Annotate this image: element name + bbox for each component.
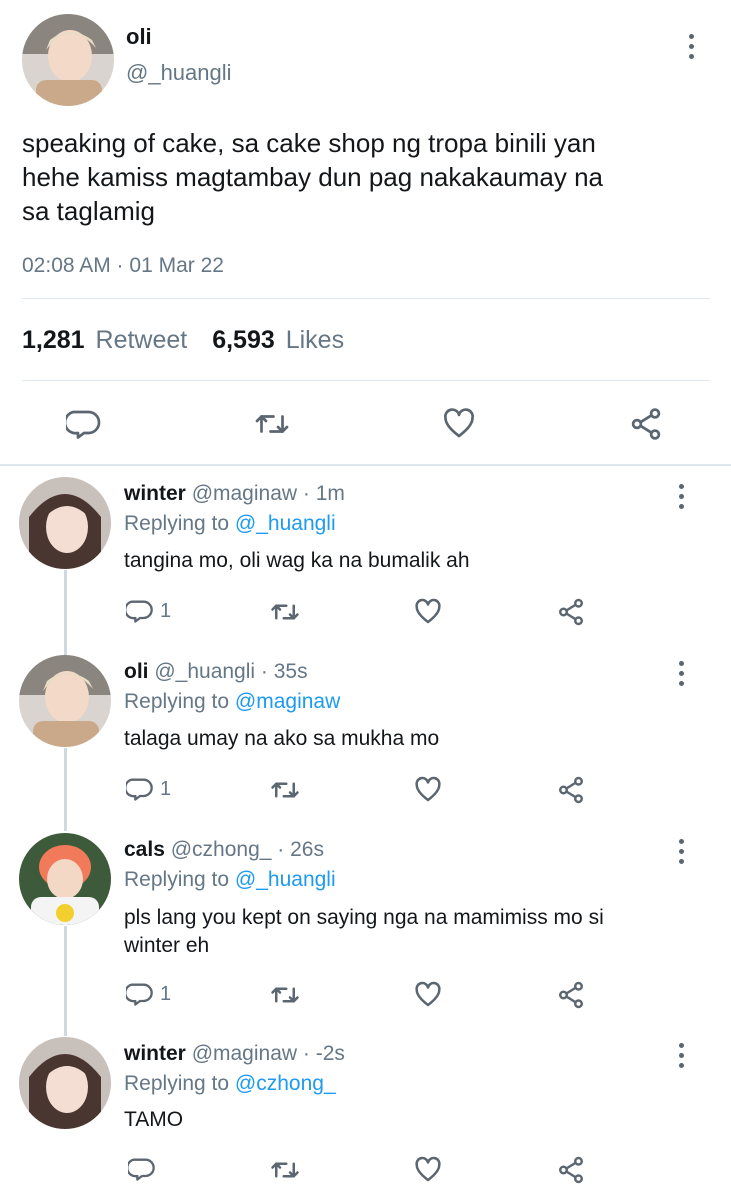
- comment-icon[interactable]: [126, 775, 154, 803]
- thread-line: [64, 748, 67, 831]
- reply-count: 1: [160, 983, 172, 1005]
- heart-icon[interactable]: [413, 597, 443, 627]
- reply-handle-time[interactable]: @maginaw · -2s: [192, 1042, 345, 1065]
- retweet-icon[interactable]: [270, 1155, 300, 1185]
- share-icon[interactable]: [556, 597, 586, 627]
- reply-text: TAMO: [124, 1108, 184, 1131]
- reply-handle-time[interactable]: @maginaw · 1m: [192, 482, 345, 505]
- retweets-count[interactable]: 1,281: [22, 326, 85, 354]
- divider: [0, 464, 731, 466]
- avatar-oli[interactable]: [22, 14, 114, 106]
- reply-author-name[interactable]: oli: [124, 660, 149, 683]
- reply-text: talaga umay na ako sa mukha mo: [124, 727, 440, 750]
- thread-line: [64, 570, 67, 655]
- heart-icon[interactable]: [413, 1155, 443, 1185]
- reply-author-name[interactable]: cals: [124, 838, 165, 861]
- reply-header: cals @czhong_ · 26s: [124, 838, 324, 862]
- retweet-icon[interactable]: [270, 980, 300, 1010]
- share-icon[interactable]: [556, 980, 586, 1010]
- likes-count[interactable]: 6,593: [212, 326, 275, 354]
- replying-to-link[interactable]: @maginaw: [235, 690, 340, 713]
- comment-icon[interactable]: [126, 980, 154, 1008]
- engagement-stats: 1,281 Retweet 6,593 Likes: [22, 326, 344, 355]
- share-icon[interactable]: [628, 406, 664, 442]
- comment-icon[interactable]: [66, 406, 102, 442]
- heart-icon[interactable]: [441, 406, 477, 442]
- replying-to-link[interactable]: @_huangli: [235, 512, 336, 535]
- more-options-icon[interactable]: [679, 1043, 687, 1073]
- author-handle[interactable]: @_huangli: [126, 60, 232, 86]
- comment-icon[interactable]: [126, 597, 154, 625]
- replying-to-link[interactable]: @czhong_: [235, 1072, 336, 1095]
- more-options-icon[interactable]: [679, 661, 687, 691]
- divider: [22, 380, 710, 381]
- tweet-timestamp[interactable]: 02:08 AM · 01 Mar 22: [22, 254, 224, 278]
- reply-count: 1: [160, 600, 172, 622]
- replying-to: Replying to @czhong_: [124, 1072, 336, 1095]
- more-options-icon[interactable]: [689, 34, 697, 64]
- likes-label[interactable]: Likes: [286, 326, 344, 354]
- heart-icon[interactable]: [413, 775, 443, 805]
- tweet-text: speaking of cake, sa cake shop ng tropa …: [22, 128, 604, 226]
- retweet-icon[interactable]: [270, 775, 300, 805]
- reply-handle-time[interactable]: @czhong_ · 26s: [171, 838, 324, 861]
- replying-to-link[interactable]: @_huangli: [235, 868, 336, 891]
- reply-author-name[interactable]: winter: [124, 482, 186, 505]
- share-icon[interactable]: [556, 775, 586, 805]
- share-icon[interactable]: [556, 1155, 586, 1185]
- avatar-winter[interactable]: [19, 477, 111, 569]
- replying-to: Replying to @_huangli: [124, 868, 336, 891]
- reply-text: pls lang you kept on saying nga na mamim…: [124, 906, 604, 957]
- avatar-oli[interactable]: [19, 655, 111, 747]
- retweets-label[interactable]: Retweet: [96, 326, 188, 354]
- comment-icon[interactable]: [128, 1155, 156, 1183]
- thread-line: [64, 926, 67, 1036]
- reply-count: 1: [160, 778, 172, 800]
- retweet-icon[interactable]: [254, 406, 290, 442]
- reply-author-name[interactable]: winter: [124, 1042, 186, 1065]
- reply-text: tangina mo, oli wag ka na bumalik ah: [124, 549, 470, 572]
- reply-header: oli @_huangli · 35s: [124, 660, 308, 684]
- more-options-icon[interactable]: [679, 839, 687, 869]
- replying-to: Replying to @maginaw: [124, 690, 341, 713]
- more-options-icon[interactable]: [679, 484, 687, 514]
- heart-icon[interactable]: [413, 980, 443, 1010]
- replying-to: Replying to @_huangli: [124, 512, 336, 535]
- reply-header: winter @maginaw · 1m: [124, 482, 345, 506]
- author-name[interactable]: oli: [126, 24, 152, 50]
- avatar-winter[interactable]: [19, 1037, 111, 1129]
- avatar-cals[interactable]: [19, 833, 111, 925]
- reply-handle-time[interactable]: @_huangli · 35s: [154, 660, 307, 683]
- retweet-icon[interactable]: [270, 597, 300, 627]
- divider: [22, 298, 710, 299]
- reply-header: winter @maginaw · -2s: [124, 1042, 345, 1066]
